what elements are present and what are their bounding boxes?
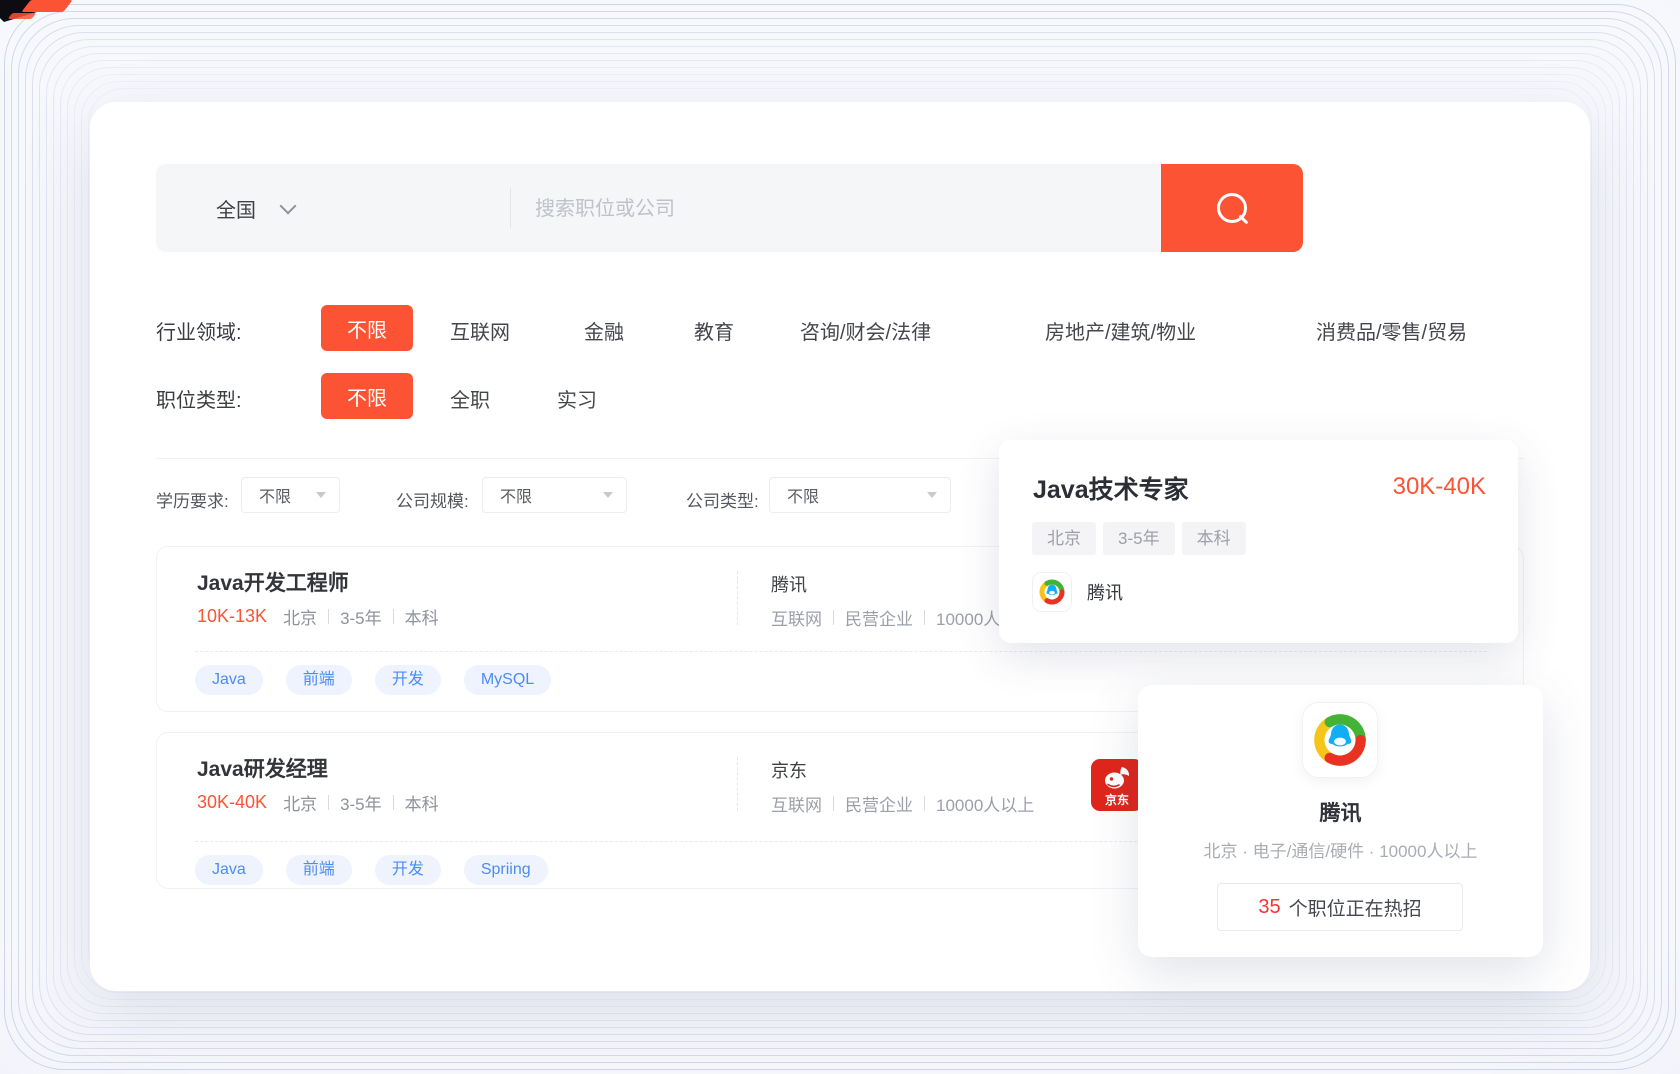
job-city: 北京 xyxy=(283,790,317,815)
company-size-select-value: 不限 xyxy=(500,483,532,507)
hot-jobs-count: 35 xyxy=(1258,896,1280,919)
job-meta: 北京 3-5年 本科 xyxy=(283,790,439,815)
popup-company-title: 腾讯 xyxy=(1138,797,1543,827)
meta-separator xyxy=(328,609,329,624)
hot-jobs-button[interactable]: 35 个职位正在热招 xyxy=(1217,883,1463,931)
meta-separator xyxy=(393,609,394,624)
popup-tag-city: 北京 xyxy=(1032,522,1096,555)
company-type-select[interactable]: 不限 xyxy=(769,477,951,513)
industry-option-internet[interactable]: 互联网 xyxy=(450,316,510,345)
corner-accent-orange xyxy=(21,0,72,12)
industry-option-finance[interactable]: 金融 xyxy=(584,316,624,345)
skill-tag: 开发 xyxy=(375,665,441,695)
hot-jobs-label: 个职位正在热招 xyxy=(1289,894,1422,921)
company-type: 民营企业 xyxy=(845,791,913,816)
job-tags: Java 前端 开发 Spriing xyxy=(195,855,548,885)
popup-tag-experience: 3-5年 xyxy=(1103,522,1175,555)
skill-tag: 开发 xyxy=(375,855,441,885)
job-experience: 3-5年 xyxy=(340,604,382,629)
job-salary-row: 10K-13K 北京 3-5年 本科 xyxy=(197,604,439,629)
page: 全国 行业领域: 不限 互联网 金融 教育 咨询/财会/法律 房地产/建筑/物业… xyxy=(0,0,1680,1074)
company-info: 互联网 民营企业 10000人以上 xyxy=(771,605,1034,630)
industry-option-consumer[interactable]: 消费品/零售/贸易 xyxy=(1316,316,1467,345)
meta-separator xyxy=(924,610,925,625)
company-name: 京东 xyxy=(771,757,807,783)
jd-company-logo: 京东 xyxy=(1091,759,1143,811)
company-type: 民营企业 xyxy=(845,605,913,630)
search-divider xyxy=(510,188,511,228)
company-size: 10000人以上 xyxy=(936,791,1034,816)
search-button[interactable] xyxy=(1161,164,1303,252)
job-salary-row: 30K-40K 北京 3-5年 本科 xyxy=(197,790,439,815)
industry-option-realestate[interactable]: 房地产/建筑/物业 xyxy=(1045,316,1196,345)
meta-separator xyxy=(833,796,834,811)
jobtype-option-intern[interactable]: 实习 xyxy=(557,384,597,413)
job-salary: 30K-40K xyxy=(197,792,267,813)
industry-option-education[interactable]: 教育 xyxy=(694,316,734,345)
company-industry: 互联网 xyxy=(771,605,822,630)
industry-option-consulting[interactable]: 咨询/财会/法律 xyxy=(800,316,931,345)
company-type-filter-label: 公司类型: xyxy=(686,487,759,512)
job-salary: 10K-13K xyxy=(197,606,267,627)
job-experience: 3-5年 xyxy=(340,790,382,815)
company-name: 腾讯 xyxy=(771,571,807,597)
education-select[interactable]: 不限 xyxy=(241,477,340,513)
skill-tag: 前端 xyxy=(286,665,352,695)
company-industry: 互联网 xyxy=(771,791,822,816)
qq-company-logo xyxy=(1032,572,1072,612)
popup-company-name: 腾讯 xyxy=(1087,579,1123,605)
caret-down-icon xyxy=(927,492,937,498)
job-title: Java开发工程师 xyxy=(197,567,349,597)
company-size-filter-label: 公司规模: xyxy=(396,487,469,512)
column-divider xyxy=(737,757,738,811)
corner-accent-orange-small xyxy=(8,13,37,19)
meta-separator xyxy=(328,795,329,810)
job-meta: 北京 3-5年 本科 xyxy=(283,604,439,629)
popup-job-tags: 北京 3-5年 本科 xyxy=(1032,522,1246,555)
jobtype-option-fulltime[interactable]: 全职 xyxy=(450,384,490,413)
popup-job-title: Java技术专家 xyxy=(1033,470,1189,506)
meta-separator xyxy=(924,796,925,811)
popup-company-meta: 北京 · 电子/通信/硬件 · 10000人以上 xyxy=(1138,837,1543,862)
search-bar: 全国 xyxy=(156,164,1303,252)
search-input[interactable] xyxy=(533,164,1137,254)
popup-job-salary: 30K-40K xyxy=(1393,473,1486,501)
education-select-value: 不限 xyxy=(259,483,291,507)
skill-tag: 前端 xyxy=(286,855,352,885)
job-title: Java研发经理 xyxy=(197,753,328,783)
company-preview-popup: 腾讯 北京 · 电子/通信/硬件 · 10000人以上 35 个职位正在热招 xyxy=(1138,685,1543,957)
jobtype-filter-label: 职位类型: xyxy=(156,384,242,413)
job-education: 本科 xyxy=(405,604,439,629)
city-select-value: 全国 xyxy=(216,194,256,223)
skill-tag: Java xyxy=(195,665,263,695)
company-info: 互联网 民营企业 10000人以上 xyxy=(771,791,1034,816)
job-tags: Java 前端 开发 MySQL xyxy=(195,665,551,695)
caret-down-icon xyxy=(603,492,613,498)
job-city: 北京 xyxy=(283,604,317,629)
popup-tag-education: 本科 xyxy=(1182,522,1246,555)
chevron-down-icon xyxy=(280,197,297,214)
education-filter-label: 学历要求: xyxy=(156,487,229,512)
city-select[interactable]: 全国 xyxy=(216,194,294,223)
company-size-select[interactable]: 不限 xyxy=(482,477,627,513)
meta-separator xyxy=(393,795,394,810)
industry-filter-label: 行业领域: xyxy=(156,316,242,345)
company-type-select-value: 不限 xyxy=(787,483,819,507)
skill-tag: Java xyxy=(195,855,263,885)
card-dotted-divider xyxy=(195,651,1487,652)
caret-down-icon xyxy=(316,492,326,498)
job-education: 本科 xyxy=(405,790,439,815)
popup-company-row: 腾讯 xyxy=(1032,572,1123,612)
skill-tag: MySQL xyxy=(464,665,551,695)
meta-separator xyxy=(833,610,834,625)
qq-company-logo-large xyxy=(1302,702,1378,778)
job-preview-popup[interactable]: Java技术专家 30K-40K 北京 3-5年 本科 腾讯 xyxy=(999,440,1518,643)
skill-tag: Spriing xyxy=(464,855,548,885)
column-divider xyxy=(737,571,738,625)
search-input-area: 全国 xyxy=(156,164,1161,252)
search-icon xyxy=(1217,193,1247,223)
industry-filter-selected[interactable]: 不限 xyxy=(321,305,413,351)
jobtype-filter-selected[interactable]: 不限 xyxy=(321,373,413,419)
jd-logo-text: 京东 xyxy=(1105,792,1129,807)
